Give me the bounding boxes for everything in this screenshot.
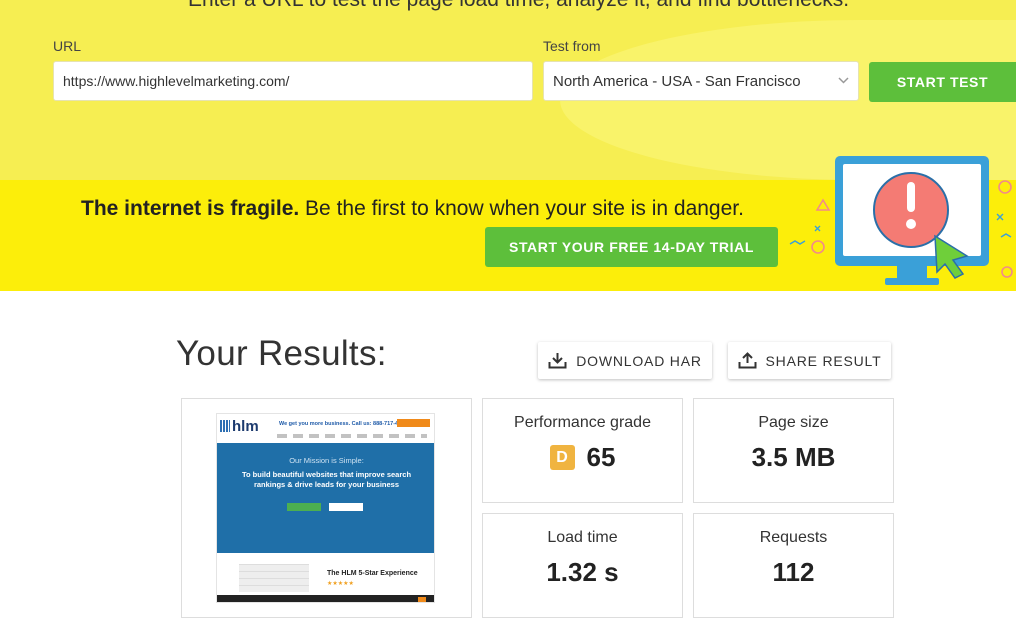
page-tagline: Enter a URL to test the page load time, … (188, 0, 849, 12)
location-value: North America - USA - San Francisco (553, 72, 801, 90)
stat-value: 3.5 MB (751, 442, 836, 472)
stat-label: Requests (759, 529, 828, 546)
performance-grade-card: Performance grade D 65 (482, 398, 683, 503)
site-cta (397, 419, 430, 427)
site-map (239, 564, 309, 592)
download-har-button[interactable]: DOWNLOAD HAR (538, 342, 712, 379)
site-tagline: We get you more business. Call us: 888-7… (279, 421, 408, 427)
site-mission: Our Mission is Simple: (289, 456, 364, 465)
site-experience: The HLM 5-Star Experience (327, 570, 418, 577)
logo-mark (220, 420, 230, 432)
share-icon (738, 352, 757, 369)
page-size-card: Page size 3.5 MB (693, 398, 894, 503)
download-icon (548, 353, 567, 369)
grade-badge: D (549, 445, 575, 470)
promo-message: The internet is fragile. Be the first to… (81, 197, 744, 221)
results-title: Your Results: (176, 334, 387, 373)
promo-bold-text: The internet is fragile. (81, 197, 300, 220)
free-trial-button[interactable]: START YOUR FREE 14-DAY TRIAL (485, 227, 778, 267)
site-nav (277, 434, 427, 438)
stat-label: Page size (758, 414, 829, 431)
start-test-button[interactable]: START TEST (869, 62, 1016, 102)
stat-label: Performance grade (514, 414, 651, 431)
requests-card: Requests 112 (693, 513, 894, 618)
share-result-button[interactable]: SHARE RESULT (728, 342, 891, 379)
chevron-down-icon (838, 75, 849, 87)
location-select[interactable]: North America - USA - San Francisco (543, 61, 859, 101)
site-hero: Our Mission is Simple: To build beautifu… (217, 443, 434, 553)
stat-value: 112 (772, 557, 815, 587)
promo-banner: The internet is fragile. Be the first to… (0, 156, 1016, 291)
site-stars: ★★★★★ (327, 581, 354, 587)
url-input[interactable] (53, 61, 533, 101)
page-screenshot-card: hlm We get you more business. Call us: 8… (181, 398, 472, 618)
promo-text: Be the first to know when your site is i… (299, 197, 744, 220)
location-label: Test from (543, 38, 601, 54)
download-har-label: DOWNLOAD HAR (576, 352, 702, 369)
share-result-label: SHARE RESULT (765, 352, 882, 369)
stat-value: 65 (586, 442, 616, 472)
stat-label: Load time (547, 529, 618, 546)
site-button-secondary (329, 503, 363, 511)
load-time-card: Load time 1.32 s (482, 513, 683, 618)
site-header: hlm We get you more business. Call us: 8… (217, 414, 434, 442)
stat-value: 1.32 s (546, 557, 619, 587)
url-label: URL (53, 38, 82, 54)
site-cookie-bar (217, 595, 434, 602)
site-headline: To build beautiful websites that improve… (241, 470, 412, 489)
monitor-alert-icon (789, 156, 1013, 285)
site-thumbnail: hlm We get you more business. Call us: 8… (216, 413, 435, 603)
site-button-primary (287, 503, 321, 511)
site-logo: hlm (232, 418, 259, 435)
